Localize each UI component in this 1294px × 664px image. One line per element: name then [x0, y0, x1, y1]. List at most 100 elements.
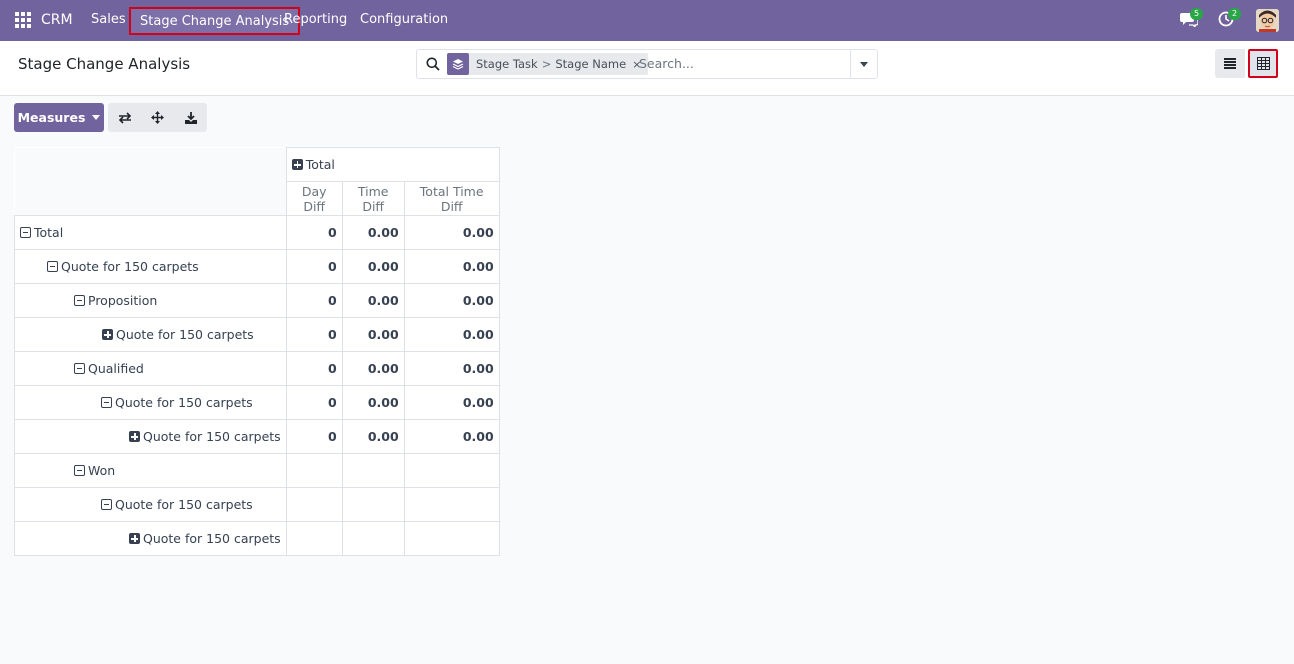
apps-grid-icon[interactable]	[15, 12, 31, 28]
collapse-minus-icon	[74, 363, 85, 374]
row-header[interactable]: Quote for 150 carpets	[14, 487, 287, 522]
cell-time-diff[interactable]: 0.00	[341, 351, 405, 386]
table-row: Quote for 150 carpets 0 0.00 0.00	[14, 385, 500, 420]
cell-total-time-diff[interactable]: 0.00	[403, 419, 500, 454]
expand-plus-icon	[129, 431, 140, 442]
search-options-toggle[interactable]	[850, 50, 877, 78]
facet-group: Stage Task	[476, 57, 538, 71]
facet-value: Stage Name	[555, 57, 627, 71]
cell-day-diff[interactable]: 0	[285, 249, 343, 284]
caret-down-icon	[92, 115, 101, 120]
cell-day-diff[interactable]	[285, 521, 343, 556]
pivot-view-button[interactable]	[1248, 49, 1278, 78]
menu-configuration[interactable]: Configuration	[360, 12, 448, 27]
measure-header-time-diff[interactable]: Time Diff	[341, 181, 405, 216]
row-header[interactable]: Proposition	[14, 283, 287, 318]
pivot-table: Total Day Diff Time Diff Total Time Diff…	[14, 147, 500, 556]
table-row: Total 0 0.00 0.00	[14, 215, 500, 250]
row-header[interactable]: Quote for 150 carpets	[14, 385, 287, 420]
messages-icon[interactable]: 5	[1180, 8, 1204, 29]
measure-header-total-time-diff[interactable]: Total Time Diff	[403, 181, 500, 216]
arrows-move-icon	[151, 111, 164, 124]
cell-total-time-diff[interactable]: 0.00	[403, 317, 500, 352]
user-avatar[interactable]	[1256, 9, 1279, 32]
cell-day-diff[interactable]: 0	[285, 215, 343, 250]
cell-total-time-diff[interactable]: 0.00	[403, 249, 500, 284]
cell-day-diff[interactable]	[285, 453, 343, 488]
row-header-total[interactable]: Total	[14, 215, 287, 250]
table-row: Won	[14, 453, 500, 488]
search-facet: Stage Task > Stage Name ×	[447, 53, 649, 75]
menu-sales[interactable]: Sales	[91, 12, 126, 27]
group-by-layers-icon	[447, 53, 469, 75]
cell-total-time-diff[interactable]	[403, 487, 500, 522]
top-navbar: CRM Sales Stage Change Analysis Reportin…	[0, 0, 1294, 41]
cell-time-diff[interactable]: 0.00	[341, 419, 405, 454]
collapse-minus-icon	[101, 397, 112, 408]
row-header[interactable]: Quote for 150 carpets	[14, 249, 287, 284]
measures-dropdown-button[interactable]: Measures	[14, 103, 104, 132]
cell-time-diff[interactable]	[341, 453, 405, 488]
collapse-minus-icon	[101, 499, 112, 510]
cell-day-diff[interactable]	[285, 487, 343, 522]
row-header[interactable]: Quote for 150 carpets	[14, 419, 287, 454]
expand-plus-icon	[102, 329, 113, 340]
list-view-button[interactable]	[1215, 49, 1245, 78]
pivot-col-header-total[interactable]: Total	[285, 147, 500, 182]
cell-time-diff[interactable]: 0.00	[341, 385, 405, 420]
facet-separator: >	[541, 57, 552, 71]
cell-total-time-diff[interactable]: 0.00	[403, 351, 500, 386]
app-brand[interactable]: CRM	[41, 12, 73, 28]
table-row: Quote for 150 carpets	[14, 521, 500, 556]
caret-down-icon	[860, 61, 868, 67]
pivot-table-icon	[1256, 57, 1270, 70]
flip-axis-button[interactable]	[108, 103, 141, 132]
row-header[interactable]: Quote for 150 carpets	[14, 521, 287, 556]
cell-day-diff[interactable]: 0	[285, 385, 343, 420]
cell-time-diff[interactable]: 0.00	[341, 317, 405, 352]
cell-time-diff[interactable]: 0.00	[341, 283, 405, 318]
cell-total-time-diff[interactable]	[403, 521, 500, 556]
cell-time-diff[interactable]	[341, 521, 405, 556]
download-icon	[184, 111, 197, 124]
measure-header-day-diff[interactable]: Day Diff	[285, 181, 343, 216]
expand-all-button[interactable]	[141, 103, 174, 132]
cell-total-time-diff[interactable]: 0.00	[403, 283, 500, 318]
activities-badge: 2	[1228, 8, 1242, 20]
search-icon	[426, 57, 440, 71]
measures-label: Measures	[17, 110, 86, 125]
cell-total-time-diff[interactable]	[403, 453, 500, 488]
cell-time-diff[interactable]: 0.00	[341, 249, 405, 284]
expand-plus-icon	[129, 533, 140, 544]
cell-day-diff[interactable]: 0	[285, 317, 343, 352]
search-bar[interactable]: Stage Task > Stage Name ×	[416, 49, 878, 79]
table-row: Quote for 150 carpets	[14, 487, 500, 522]
activities-clock-icon[interactable]: 2	[1218, 8, 1242, 29]
collapse-minus-icon	[74, 295, 85, 306]
cell-total-time-diff[interactable]: 0.00	[403, 385, 500, 420]
menu-stage-change-analysis[interactable]: Stage Change Analysis	[129, 7, 301, 35]
download-button[interactable]	[174, 103, 207, 132]
list-icon	[1224, 58, 1236, 69]
table-row: Quote for 150 carpets 0 0.00 0.00	[14, 419, 500, 454]
menu-reporting[interactable]: Reporting	[284, 12, 347, 27]
collapse-minus-icon	[74, 465, 85, 476]
row-header[interactable]: Quote for 150 carpets	[14, 317, 287, 352]
expand-plus-icon	[291, 159, 303, 170]
cell-day-diff[interactable]: 0	[285, 351, 343, 386]
page-title: Stage Change Analysis	[18, 55, 191, 73]
row-header[interactable]: Won	[14, 453, 287, 488]
cell-time-diff[interactable]	[341, 487, 405, 522]
cell-day-diff[interactable]: 0	[285, 283, 343, 318]
cell-day-diff[interactable]: 0	[285, 419, 343, 454]
messages-badge: 5	[1190, 8, 1204, 20]
cell-total-time-diff[interactable]: 0.00	[403, 215, 500, 250]
row-header[interactable]: Qualified	[14, 351, 287, 386]
control-panel: Stage Change Analysis Stage Task > Stage N…	[0, 41, 1294, 96]
table-row: Quote for 150 carpets 0 0.00 0.00	[14, 249, 500, 284]
table-row: Quote for 150 carpets 0 0.00 0.00	[14, 317, 500, 352]
table-row: Proposition 0 0.00 0.00	[14, 283, 500, 318]
cell-time-diff[interactable]: 0.00	[341, 215, 405, 250]
search-input[interactable]	[639, 56, 839, 71]
collapse-minus-icon	[20, 227, 31, 238]
